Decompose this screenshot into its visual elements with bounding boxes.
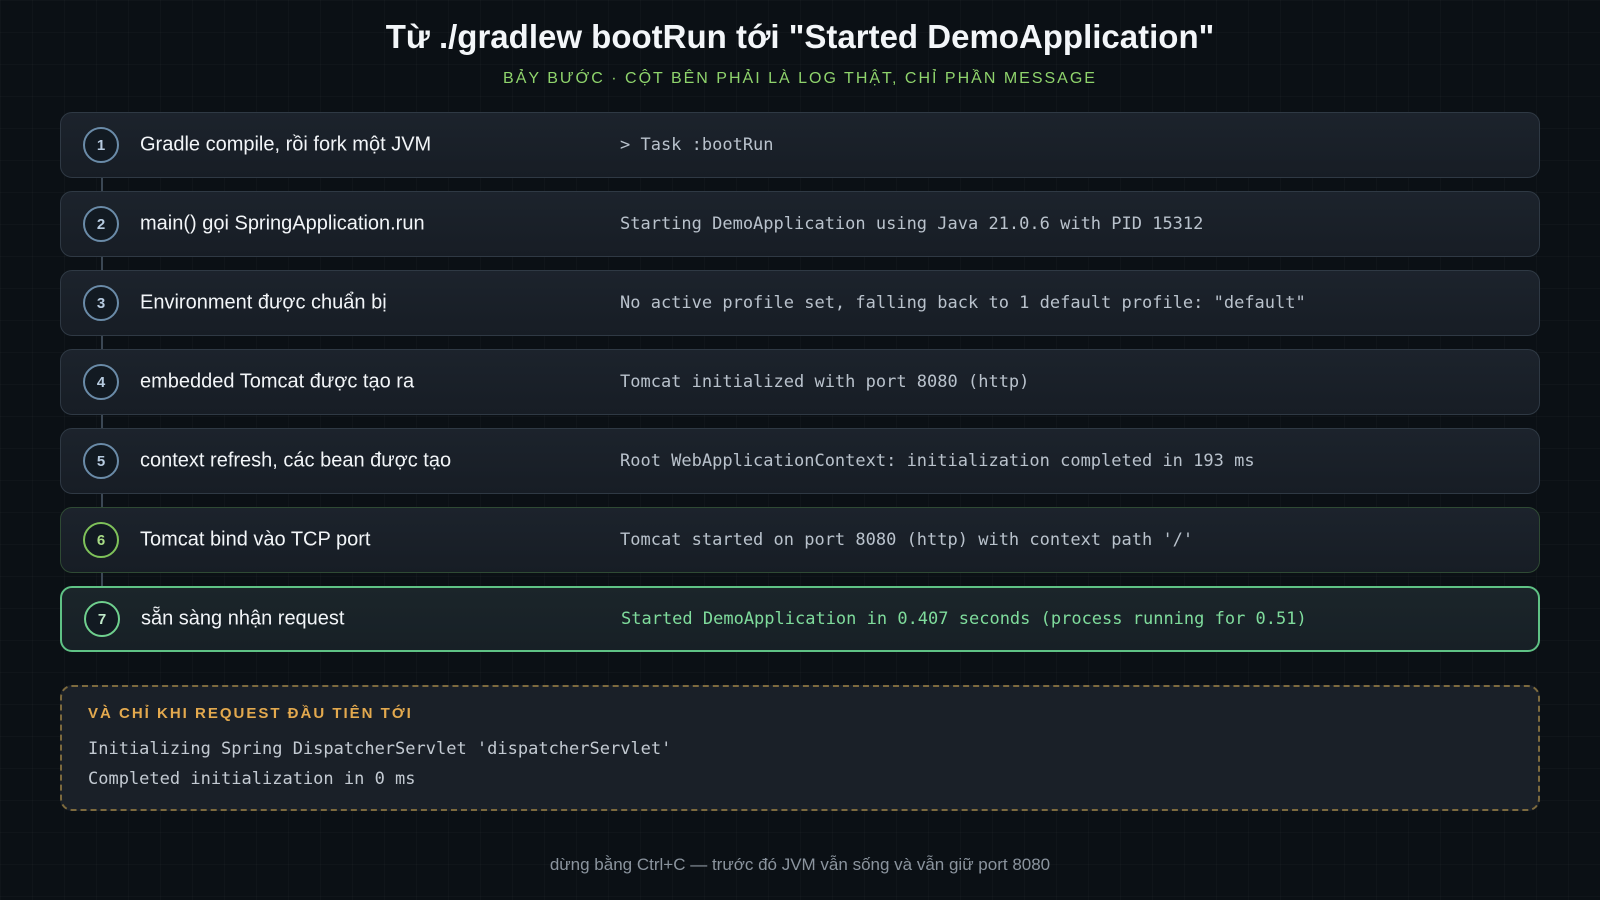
step-label: Tomcat bind vào TCP port xyxy=(140,528,371,551)
step-log-message: > Task :bootRun xyxy=(620,135,774,155)
step-log-message: Started DemoApplication in 0.407 seconds… xyxy=(621,609,1307,629)
step-label: Environment được chuẩn bị xyxy=(140,291,387,314)
step-label: Gradle compile, rồi fork một JVM xyxy=(140,133,432,156)
step-number-badge: 4 xyxy=(83,364,119,400)
step-number-badge: 1 xyxy=(83,127,119,163)
step-log-message: Root WebApplicationContext: initializati… xyxy=(620,451,1255,471)
page-title: Từ ./gradlew bootRun tới "Started DemoAp… xyxy=(385,18,1215,55)
first-request-panel: VÀ CHỈ KHI REQUEST ĐẦU TIÊN TỚI Initiali… xyxy=(60,685,1540,811)
footer-note: dừng bằng Ctrl+C — trước đó JVM vẫn sống… xyxy=(549,855,1051,874)
step-label: embedded Tomcat được tạo ra xyxy=(140,370,415,393)
step-row: 3 Environment được chuẩn bị No active pr… xyxy=(60,270,1540,336)
step-log-message: Tomcat started on port 8080 (http) with … xyxy=(620,530,1194,550)
step-log-message: Tomcat initialized with port 8080 (http) xyxy=(620,372,1030,392)
step-row: 5 context refresh, các bean được tạo Roo… xyxy=(60,428,1540,494)
step-row: 2 main() gọi SpringApplication.run Start… xyxy=(60,191,1540,257)
step-row: 4 embedded Tomcat được tạo ra Tomcat ini… xyxy=(60,349,1540,415)
first-request-title: VÀ CHỈ KHI REQUEST ĐẦU TIÊN TỚI xyxy=(88,705,413,722)
step-label: sẵn sàng nhận request xyxy=(141,607,345,630)
step-number-badge: 3 xyxy=(83,285,119,321)
step-row: 6 Tomcat bind vào TCP port Tomcat starte… xyxy=(60,507,1540,573)
step-number-badge: 6 xyxy=(83,522,119,558)
step-row-final: 7 sẵn sàng nhận request Started DemoAppl… xyxy=(60,586,1540,652)
step-log-message: Starting DemoApplication using Java 21.0… xyxy=(620,214,1204,234)
step-number-badge: 2 xyxy=(83,206,119,242)
step-number-badge: 5 xyxy=(83,443,119,479)
page-subtitle: BẢY BƯỚC · CỘT BÊN PHẢI LÀ LOG THẬT, CHỈ… xyxy=(503,70,1097,87)
step-list: 1 Gradle compile, rồi fork một JVM > Tas… xyxy=(60,112,1540,665)
step-row: 1 Gradle compile, rồi fork một JVM > Tas… xyxy=(60,112,1540,178)
step-number-badge: 7 xyxy=(84,601,120,637)
step-log-message: No active profile set, falling back to 1… xyxy=(620,293,1306,313)
step-label: context refresh, các bean được tạo xyxy=(140,449,452,472)
step-label: main() gọi SpringApplication.run xyxy=(140,212,425,235)
first-request-log-line: Initializing Spring DispatcherServlet 'd… xyxy=(88,739,672,759)
first-request-log-line: Completed initialization in 0 ms xyxy=(88,769,416,789)
